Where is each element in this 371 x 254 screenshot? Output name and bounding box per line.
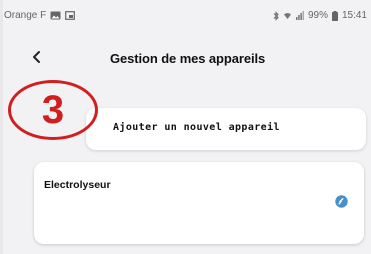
clock: 15:41 bbox=[341, 10, 367, 21]
app-header: Gestion de mes appareils bbox=[0, 34, 371, 86]
battery-icon bbox=[331, 10, 338, 21]
back-arrow-icon[interactable] bbox=[26, 46, 48, 68]
add-device-button[interactable]: Ajouter un nouvel appareil bbox=[86, 108, 366, 150]
bluetooth-icon bbox=[273, 10, 279, 21]
status-bar: Orange F 99% 15:41 bbox=[0, 0, 371, 34]
wifi-icon bbox=[283, 11, 292, 20]
step-annotation-circle: 3 bbox=[8, 80, 98, 140]
add-device-label: Ajouter un nouvel appareil bbox=[113, 122, 280, 133]
device-card[interactable]: Electrolyseur bbox=[34, 162, 364, 244]
page-title: Gestion de mes appareils bbox=[110, 51, 266, 66]
signal-icon bbox=[295, 11, 304, 20]
screenshot-icon bbox=[65, 11, 76, 20]
status-right: 99% 15:41 bbox=[273, 10, 367, 21]
battery-percent: 99% bbox=[307, 10, 328, 21]
device-name: Electrolyseur bbox=[44, 179, 111, 191]
carrier-name: Orange F bbox=[4, 10, 47, 21]
step-number: 3 bbox=[41, 88, 65, 132]
status-left: Orange F bbox=[4, 10, 76, 21]
info-icon[interactable] bbox=[335, 195, 348, 208]
image-icon bbox=[50, 11, 61, 20]
